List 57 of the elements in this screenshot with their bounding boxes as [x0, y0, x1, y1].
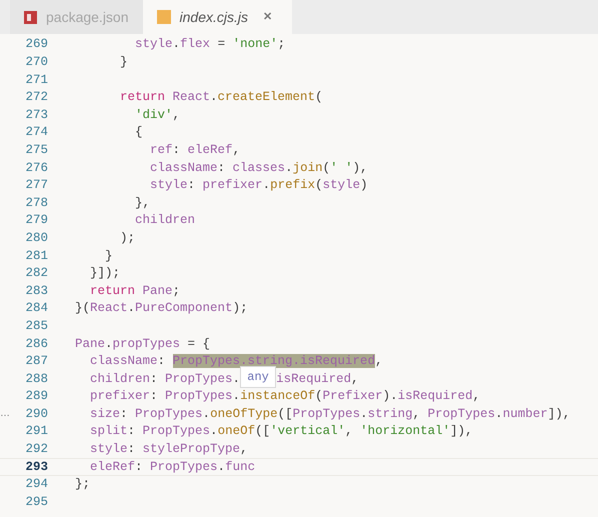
gutter-marker: … — [0, 408, 10, 420]
line-number: 269 — [24, 36, 48, 54]
line-number: 292 — [24, 441, 48, 458]
line-number: 278 — [24, 194, 48, 212]
line-number: 289 — [24, 388, 48, 406]
js-file-icon — [156, 10, 171, 24]
code-line: ref: eleRef, — [149, 142, 240, 159]
code-line: isRequired, — [276, 370, 359, 388]
code-line: eleRef: PropTypes.func — [89, 458, 256, 476]
line-number: 282 — [24, 265, 48, 282]
code-line: return React.createElement( — [119, 89, 323, 106]
code-line: }]); — [89, 265, 120, 282]
line-number: 291 — [24, 423, 48, 440]
autocomplete-tooltip: any — [240, 366, 276, 388]
line-number: 286 — [24, 336, 48, 353]
code-line: return Pane; — [89, 282, 180, 300]
line-number: 274 — [24, 124, 48, 142]
package-file-icon — [24, 10, 37, 24]
line-number: 294 — [24, 476, 48, 494]
line-number: 288 — [24, 370, 48, 388]
line-number: 277 — [24, 177, 48, 194]
code-line: }, — [134, 194, 150, 212]
code-line: } — [119, 54, 128, 72]
code-line: }; — [75, 476, 90, 494]
line-number: 295 — [24, 494, 48, 511]
line-number: 276 — [24, 160, 48, 177]
code-line: 'div', — [134, 106, 180, 124]
code-line: ); — [119, 230, 136, 247]
line-number: 273 — [24, 106, 48, 124]
line-number: 293 — [24, 458, 48, 476]
line-number: 271 — [24, 72, 48, 89]
code-line: }(React.PureComponent); — [75, 300, 248, 318]
line-number: 270 — [24, 54, 48, 72]
code-line: } — [104, 248, 113, 265]
line-number: 290 — [24, 406, 48, 423]
line-number: 283 — [24, 282, 48, 300]
code-line: style: prefixer.prefix(style) — [149, 177, 368, 194]
code-line: prefixer: PropTypes.instanceOf(Prefixer).isRequired, — [89, 388, 480, 406]
code-line: children: PropTypes. — [89, 370, 240, 388]
editor-tab[interactable]: index.cjs.js ✕ — [142, 0, 292, 34]
line-number: 281 — [24, 248, 48, 265]
code-line: className: classes.join(' '), — [149, 160, 368, 177]
line-number: 272 — [24, 89, 48, 106]
line-number: 275 — [24, 142, 48, 159]
close-icon[interactable]: ✕ — [262, 8, 272, 26]
code-line: style: stylePropType, — [89, 441, 248, 458]
code-line: children — [134, 212, 196, 230]
code-line: { — [134, 124, 143, 142]
line-number: 287 — [24, 353, 48, 370]
line-number: 285 — [24, 318, 48, 335]
line-number: 284 — [24, 300, 48, 318]
line-number: 279 — [24, 212, 48, 230]
code-line: size: PropTypes.oneOfType([PropTypes.string, PropTypes.number]), — [89, 406, 570, 423]
line-number: 280 — [24, 230, 48, 247]
code-line: split: PropTypes.oneOf(['vertical', 'horizontal']), — [89, 423, 473, 440]
code-line: style.flex = 'none'; — [134, 36, 286, 54]
code-line: Pane.propTypes = { — [75, 336, 210, 353]
